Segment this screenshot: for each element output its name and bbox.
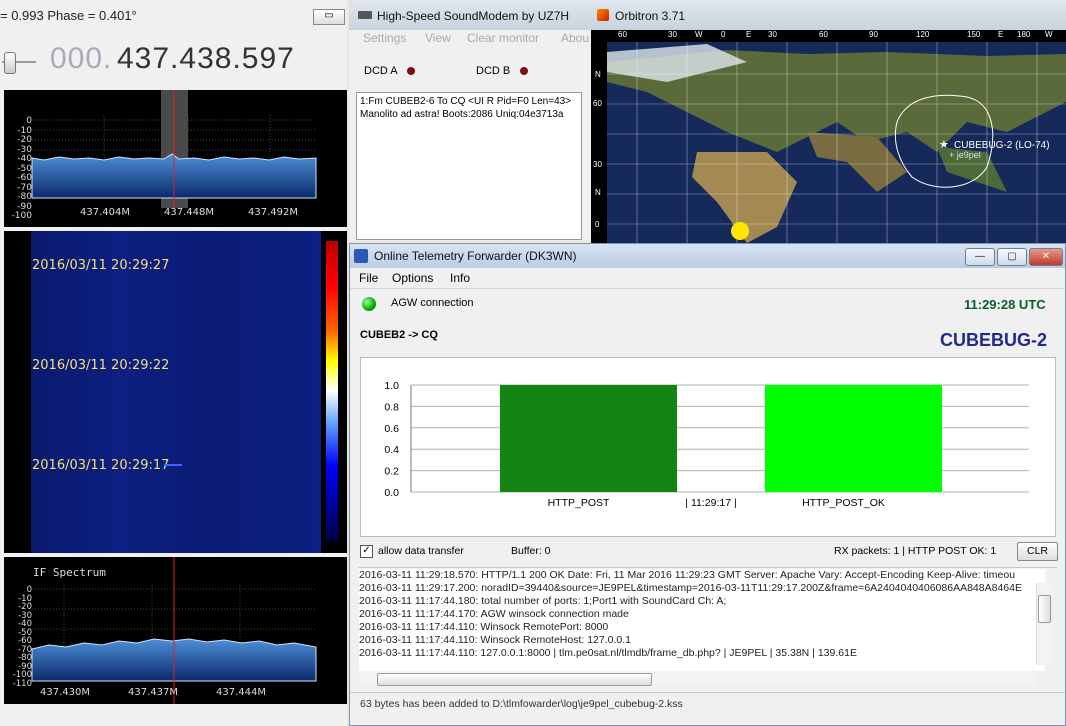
waterfall-timestamp: 2016/03/11 20:29:27 (32, 258, 170, 273)
http-bar-chart: 1.0 0.8 0.6 0.4 0.2 0.0 HTTP_POST HTTP_POST_OK |… (384, 380, 1029, 509)
monitor-line: Manolito ad astra! Boots:2086 Uniq:04e37… (360, 109, 564, 120)
if-spectrum-y-axis: 0 -10 -20 -30 -40 -50 -60 -70 -80 -90 -100 -110 (12, 585, 32, 689)
orbitron-titlebar[interactable]: Orbitron 3.71 (591, 0, 1066, 30)
otf-titlebar[interactable]: Online Telemetry Forwarder (DK3WN) — ▢ ✕ (350, 244, 1065, 268)
telemetry-forwarder-window: Online Telemetry Forwarder (DK3WN) — ▢ ✕… (349, 243, 1066, 726)
soundmodem-window: High-Speed SoundModem by UZ7H Settings V… (349, 0, 591, 240)
menu-about[interactable]: Abou (561, 31, 589, 45)
map-longitude-bar: 60 30 W 0 E 30 60 90 120 150 E 180 W (591, 30, 1066, 42)
chart-y-tick-label: 1.0 (384, 380, 399, 392)
if-spectrum-panel[interactable]: IF Spectrum 0 -10 -20 -30 -40 -50 -60 -70 -80 -90… (4, 557, 347, 704)
hscroll-thumb[interactable] (377, 673, 652, 686)
menu-settings[interactable]: Settings (363, 31, 406, 45)
menu-file[interactable]: File (359, 271, 378, 285)
signal-trace (164, 464, 182, 466)
dcd-a-led-icon (407, 67, 415, 75)
dcd-b-led-icon (520, 67, 528, 75)
http-chart: 1.0 0.8 0.6 0.4 0.2 0.0 HTTP_POST HTTP_POST_OK |… (360, 357, 1056, 537)
phase-readout: = 0.993 Phase = 0.401° (0, 8, 137, 23)
agw-status-led-icon (362, 297, 376, 311)
sdr-window: = 0.993 Phase = 0.401° ▭ 000. 437.438.59… (0, 0, 347, 726)
spectrum-y-axis: 0 -10 -20 -30 -40 -50 -60 -70 -80 -90 -100 (11, 116, 32, 221)
menu-info[interactable]: Info (450, 271, 470, 285)
spectrum-x-label: 437.404M (80, 207, 130, 218)
satellite-star-icon: ★ (939, 139, 949, 151)
chart-x-label: HTTP_POST_OK (802, 497, 885, 509)
modem-app-icon (358, 11, 372, 19)
log-line: 2016-03-11 11:17:44.110: Winsock RemoteP… (359, 621, 609, 633)
rx-packets-status: RX packets: 1 | HTTP POST OK: 1 (834, 545, 997, 557)
log-line: 2016-03-11 11:17:44.170: AGW winsock con… (359, 608, 629, 620)
packet-path: CUBEB2 -> CQ (360, 329, 438, 341)
waterfall-timestamp: 2016/03/11 20:29:17 (32, 458, 170, 473)
station-label: + je9pel (949, 150, 981, 160)
log-vertical-scrollbar[interactable] (1036, 583, 1051, 665)
soundmodem-title: High-Speed SoundModem by UZ7H (377, 9, 570, 23)
menu-view[interactable]: View (425, 31, 451, 45)
if-spectrum-graph (31, 557, 317, 704)
chart-y-tick-label: 0.4 (384, 444, 399, 456)
dcd-a-label: DCD A (364, 65, 398, 77)
spectrum-x-label: 437.448M (164, 207, 214, 218)
maximize-button[interactable]: ▢ (997, 248, 1027, 266)
spectrum-x-label: 437.492M (248, 207, 298, 218)
frequency-display[interactable]: 437.438.597 (117, 42, 295, 76)
log-line: 2016-03-11 11:17:44.180: total number of… (359, 595, 727, 607)
status-bar: 63 bytes has been added to D:\tlmfowarde… (360, 698, 683, 710)
orbitron-title: Orbitron 3.71 (615, 9, 686, 23)
log-line: 2016-03-11 11:17:44.110: 127.0.0.1:8000 … (359, 647, 857, 659)
menu-clear-monitor[interactable]: Clear monitor (467, 31, 539, 45)
orbitron-window: Orbitron 3.71 60 30 W 0 E 30 60 90 120 1… (591, 0, 1066, 243)
orbitron-app-icon (597, 9, 609, 21)
menu-options[interactable]: Options (392, 271, 433, 285)
color-scale-bar (326, 241, 338, 541)
log-line: 2016-03-11 11:17:44.110: Winsock RemoteH… (359, 634, 632, 646)
chart-bar (500, 385, 677, 492)
log-line: 2016-03-11 11:29:17.200: noradID=39440&s… (359, 582, 1022, 594)
dcd-b-label: DCD B (476, 65, 511, 77)
scroll-thumb[interactable] (1038, 595, 1051, 623)
agw-connection-label: AGW connection (391, 297, 474, 309)
chart-bar (765, 385, 942, 492)
if-spectrum-x-label: 437.437M (128, 687, 178, 698)
log-horizontal-scrollbar[interactable] (359, 672, 1036, 686)
otf-title: Online Telemetry Forwarder (DK3WN) (374, 249, 577, 263)
chart-center-label: | 11:29:17 | (685, 497, 736, 509)
waterfall-timestamp: 2016/03/11 20:29:22 (32, 358, 170, 373)
minimize-button[interactable]: ▭ (313, 9, 345, 25)
chart-y-tick-label: 0.2 (384, 466, 399, 478)
utc-time: 11:29:28 UTC (964, 297, 1046, 312)
allow-data-transfer-label: allow data transfer (378, 545, 464, 557)
frequency-slider[interactable] (2, 52, 36, 74)
chart-y-tick-label: 0.8 (384, 401, 399, 413)
spectrum-panel[interactable]: 0 -10 -20 -30 -40 -50 -60 -70 -80 -90 -100 437.404… (4, 90, 347, 227)
monitor-line: 1:Fm CUBEB2-6 To CQ <UI R Pid=F0 Len=43> (360, 96, 572, 107)
soundmodem-titlebar[interactable]: High-Speed SoundModem by UZ7H (349, 0, 591, 30)
waterfall-panel[interactable]: 2016/03/11 20:29:27 2016/03/11 20:29:22 … (4, 231, 347, 553)
clr-button[interactable]: CLR (1017, 542, 1058, 561)
log-line: 2016-03-11 11:29:18.570: HTTP/1.1 200 OK… (359, 569, 1016, 581)
map-latitude-bar: N 60 30 N 0 (591, 42, 607, 243)
if-spectrum-x-label: 437.444M (216, 687, 266, 698)
if-spectrum-x-label: 437.430M (40, 687, 90, 698)
monitor-textbox[interactable]: 1:Fm CUBEB2-6 To CQ <UI R Pid=F0 Len=43>… (356, 92, 582, 240)
buffer-status: Buffer: 0 (511, 545, 551, 557)
chart-x-label: HTTP_POST (548, 497, 610, 509)
close-button[interactable]: ✕ (1029, 248, 1063, 266)
minimize-button[interactable]: — (965, 248, 995, 266)
soundmodem-menubar: Settings View Clear monitor Abou (349, 30, 591, 48)
satellite-name: CUBEBUG-2 (940, 330, 1048, 350)
otf-app-icon (354, 249, 368, 263)
chart-y-tick-label: 0.6 (384, 423, 399, 435)
log-textbox[interactable]: 2016-03-11 11:29:18.570: HTTP/1.1 200 OK… (359, 569, 1045, 671)
waterfall-display (31, 231, 321, 553)
chart-y-tick-label: 0.0 (384, 487, 399, 499)
frequency-lead-digits[interactable]: 000. (50, 42, 112, 76)
allow-data-transfer-checkbox[interactable]: ✓ (360, 545, 373, 558)
